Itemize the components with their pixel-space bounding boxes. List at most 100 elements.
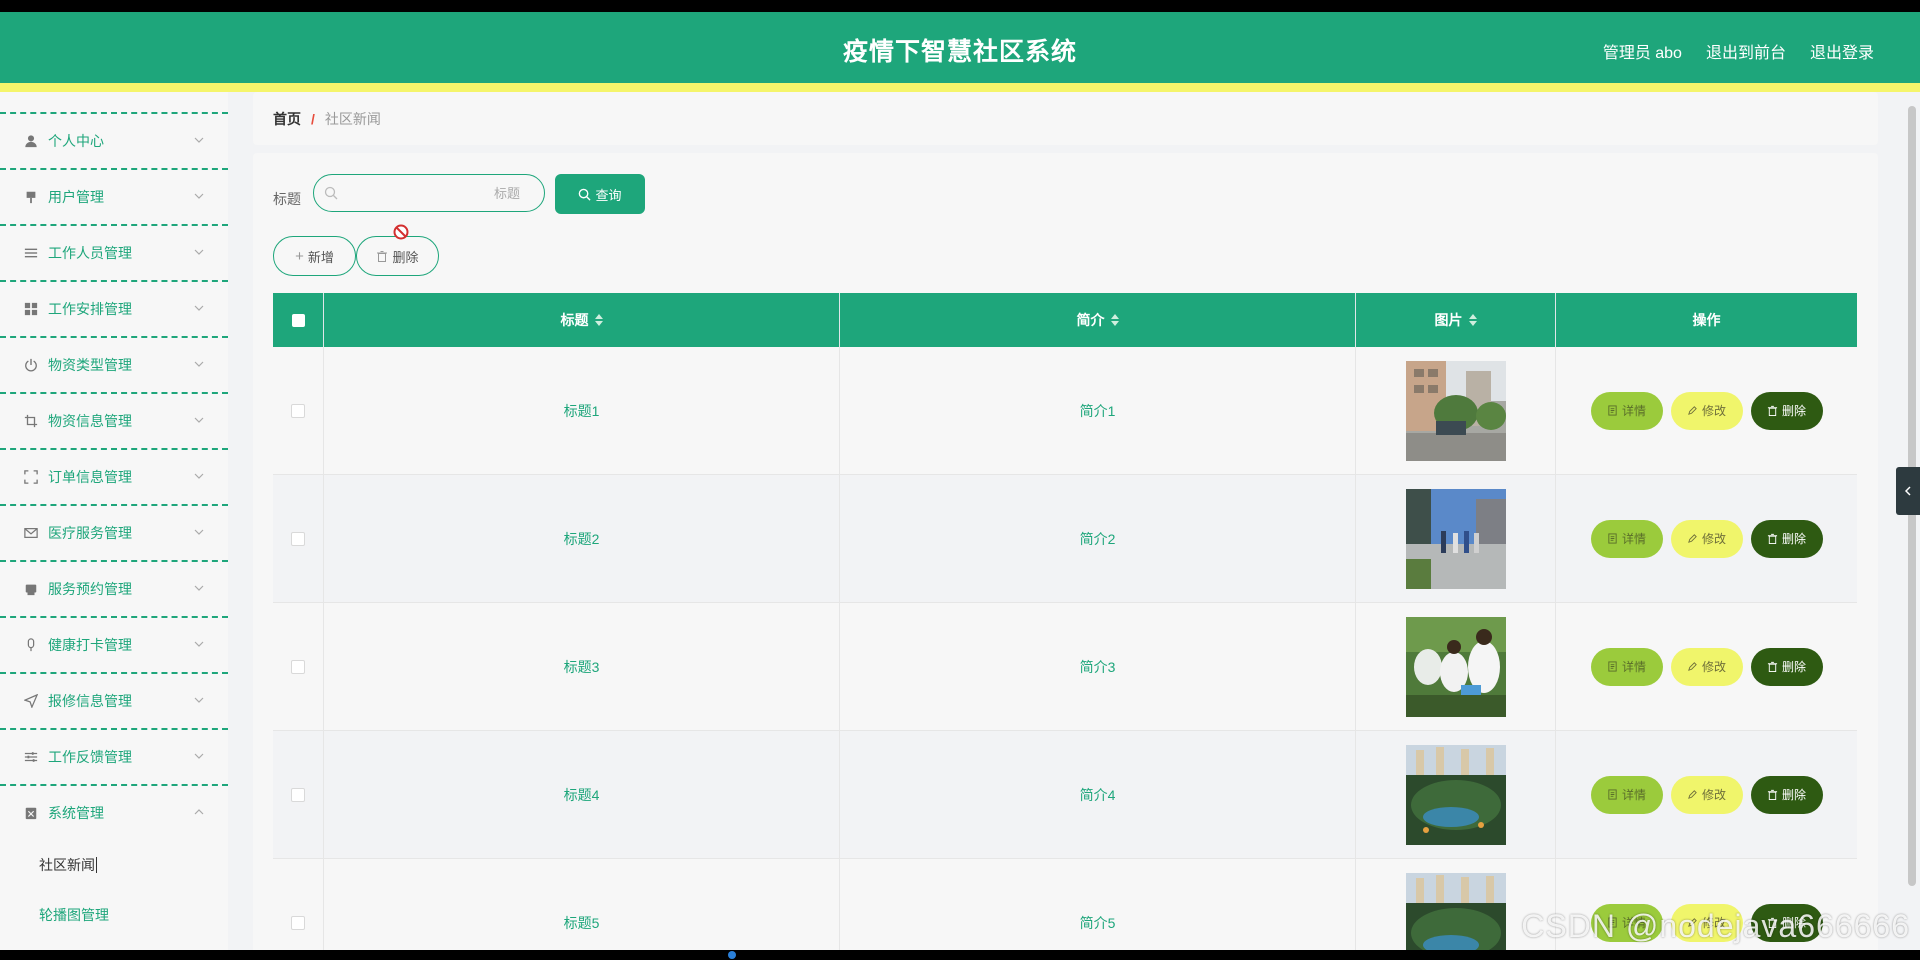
- delete-button-label: 删除: [1781, 404, 1806, 418]
- delete-button[interactable]: 删除: [1750, 391, 1823, 430]
- sidebar-item-work-feedback[interactable]: 工作反馈管理: [0, 728, 228, 784]
- edit-button[interactable]: 修改: [1670, 519, 1743, 558]
- column-header-label: 操作: [1692, 312, 1721, 328]
- sort-icon[interactable]: [1110, 314, 1119, 326]
- row-checkbox[interactable]: [291, 659, 305, 674]
- edit-button-label: 修改: [1701, 660, 1726, 674]
- sidebar-item-user-management[interactable]: 用户管理: [0, 168, 228, 224]
- edit-button[interactable]: 修改: [1670, 775, 1743, 814]
- row-checkbox[interactable]: [291, 787, 305, 802]
- breadcrumb-home[interactable]: 首页: [273, 109, 301, 129]
- admin-user-label[interactable]: 管理员 abo: [1603, 39, 1682, 63]
- detail-button[interactable]: 详情: [1590, 647, 1663, 686]
- news-thumbnail[interactable]: [1405, 616, 1506, 717]
- detail-button-label: 详情: [1621, 788, 1646, 802]
- sidebar-item-supply-info[interactable]: 物资信息管理: [0, 392, 228, 448]
- row-select-cell: [273, 731, 324, 858]
- news-thumbnail[interactable]: [1405, 488, 1506, 589]
- row-select-cell: [273, 347, 324, 474]
- actions-cell: 详情 修改 删除: [1556, 603, 1857, 730]
- add-button-label: 新增: [307, 249, 334, 265]
- batch-delete-button[interactable]: 删除: [356, 236, 439, 276]
- edit-button[interactable]: 修改: [1670, 391, 1743, 430]
- detail-button[interactable]: 详情: [1590, 775, 1663, 814]
- sidebar-item-supply-types[interactable]: 物资类型管理: [0, 336, 228, 392]
- chevron-down-icon: [194, 524, 204, 535]
- submenu-item-community-news[interactable]: 社区新闻: [0, 840, 228, 890]
- column-header-intro[interactable]: 简介: [840, 293, 1356, 347]
- csdn-watermark: CSDN @nodejava666666: [1521, 908, 1910, 944]
- sidebar-item-label: 服务预约管理: [48, 581, 132, 597]
- clipboard-icon: [24, 806, 38, 820]
- power-icon: [24, 358, 38, 372]
- edit-button[interactable]: 修改: [1670, 647, 1743, 686]
- sidebar-item-label: 工作反馈管理: [48, 749, 132, 765]
- plus-icon: +: [295, 247, 304, 265]
- sidebar-item-health-checkin[interactable]: 健康打卡管理: [0, 616, 228, 672]
- query-button[interactable]: 查询: [555, 174, 645, 214]
- chevron-down-icon: [194, 132, 204, 143]
- chevron-down-icon: [194, 692, 204, 703]
- bottom-bar: [0, 950, 1920, 960]
- column-header-title[interactable]: 标题: [324, 293, 840, 347]
- fullscreen-icon: [24, 470, 38, 484]
- sidebar-item-staff-management[interactable]: 工作人员管理: [0, 224, 228, 280]
- accent-bar: [0, 83, 1920, 92]
- add-button[interactable]: + 新增: [273, 236, 356, 276]
- search-icon: [579, 188, 592, 201]
- sidebar-item-label: 健康打卡管理: [48, 637, 132, 653]
- sidebar-item-system-management[interactable]: 系统管理: [0, 784, 228, 840]
- delete-button[interactable]: 删除: [1750, 519, 1823, 558]
- image-cell: [1356, 731, 1556, 858]
- title-cell: 标题3: [324, 603, 840, 730]
- edit-button-label: 修改: [1701, 404, 1726, 418]
- search-field[interactable]: [313, 174, 545, 212]
- detail-button-label: 详情: [1621, 404, 1646, 418]
- title-cell: 标题4: [324, 731, 840, 858]
- actions-cell: 详情 修改 删除: [1556, 731, 1857, 858]
- detail-button-label: 详情: [1621, 660, 1646, 674]
- column-header-image[interactable]: 图片: [1356, 293, 1556, 347]
- actions-cell: 详情 修改 删除: [1556, 475, 1857, 602]
- mail-icon: [24, 526, 38, 540]
- printer-icon: [24, 582, 38, 596]
- detail-button[interactable]: 详情: [1590, 519, 1663, 558]
- sort-icon[interactable]: [1468, 314, 1477, 326]
- exit-to-front-link[interactable]: 退出到前台: [1706, 39, 1786, 63]
- detail-button[interactable]: 详情: [1590, 391, 1663, 430]
- sidebar-item-medical-service[interactable]: 医疗服务管理: [0, 504, 228, 560]
- search-input[interactable]: [342, 177, 534, 209]
- sidebar-item-label: 订单信息管理: [48, 469, 132, 485]
- sidebar-item-personal-center[interactable]: 个人中心: [0, 112, 228, 168]
- collapse-panel-tab[interactable]: [1896, 467, 1920, 515]
- title-cell: 标题1: [324, 347, 840, 474]
- submenu-item-carousel-management[interactable]: 轮播图管理: [0, 890, 228, 940]
- submenu-item-label: 社区新闻: [39, 857, 95, 873]
- sidebar-item-service-booking[interactable]: 服务预约管理: [0, 560, 228, 616]
- logout-link[interactable]: 退出登录: [1810, 39, 1874, 63]
- pencil-icon: [1688, 406, 1697, 415]
- news-table: 标题 简介 图片 操作 标题1 简介1 详情 修改 删除 标题2 简介2 详情 …: [273, 293, 1857, 950]
- sidebar-item-order-info[interactable]: 订单信息管理: [0, 448, 228, 504]
- chevron-left-icon: [1904, 486, 1911, 496]
- sort-icon[interactable]: [594, 314, 603, 326]
- document-icon: [1608, 661, 1617, 672]
- news-thumbnail[interactable]: [1405, 872, 1506, 951]
- chevron-down-icon: [194, 300, 204, 311]
- delete-button[interactable]: 删除: [1750, 775, 1823, 814]
- row-checkbox[interactable]: [291, 531, 305, 546]
- chevron-down-icon: [194, 636, 204, 647]
- actions-cell: 详情 修改 删除: [1556, 347, 1857, 474]
- row-checkbox[interactable]: [291, 403, 305, 418]
- select-all-checkbox[interactable]: [291, 313, 305, 327]
- news-thumbnail[interactable]: [1405, 360, 1506, 461]
- sidebar-item-label: 物资类型管理: [48, 357, 132, 373]
- pencil-icon: [1688, 662, 1697, 671]
- delete-button[interactable]: 删除: [1750, 647, 1823, 686]
- image-cell: [1356, 347, 1556, 474]
- row-checkbox[interactable]: [291, 915, 305, 930]
- sidebar-item-work-schedule[interactable]: 工作安排管理: [0, 280, 228, 336]
- news-thumbnail[interactable]: [1405, 744, 1506, 845]
- sidebar-item-repair-info[interactable]: 报修信息管理: [0, 672, 228, 728]
- title-cell: 标题5: [324, 859, 840, 950]
